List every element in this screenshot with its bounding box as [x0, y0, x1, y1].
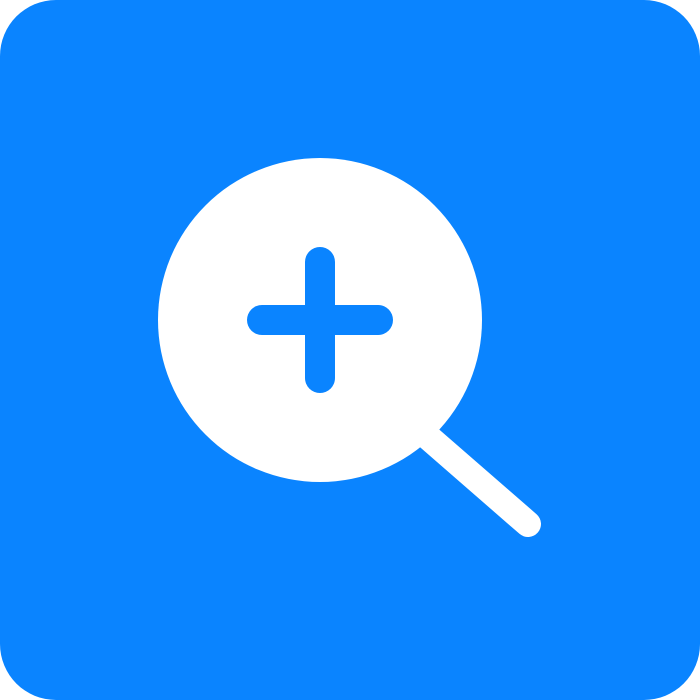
magnifier-handle — [407, 417, 541, 537]
zoom-in-icon — [0, 0, 700, 700]
zoom-in-glyph — [158, 158, 541, 537]
zoom-in-app-tile[interactable] — [0, 0, 700, 700]
